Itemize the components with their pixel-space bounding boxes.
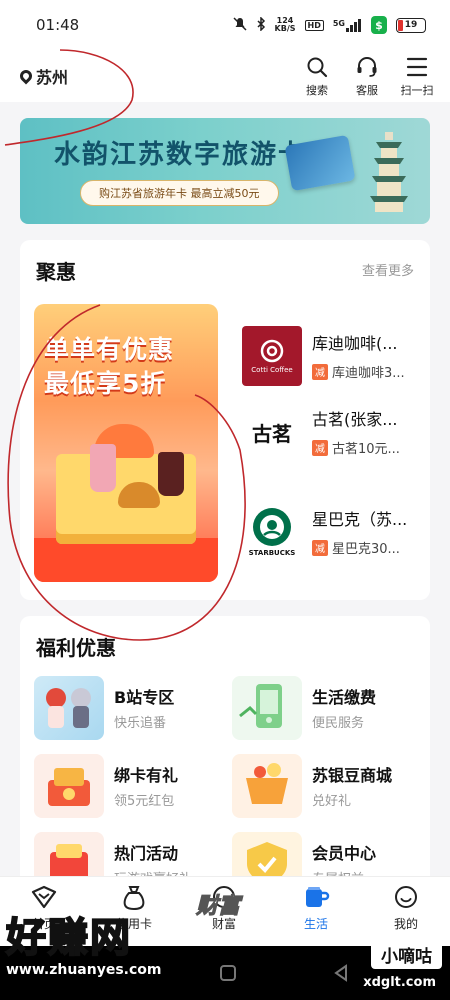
signal-icon: 5G bbox=[332, 18, 362, 32]
promo-base bbox=[34, 538, 218, 582]
discount-tag: 减 bbox=[312, 439, 328, 456]
nav-label: 我的 bbox=[393, 917, 418, 931]
customer-service-label: 客服 bbox=[356, 84, 378, 97]
travel-card-banner[interactable]: 水韵江苏数字旅游卡 购江苏省旅游年卡 最高立减50元 bbox=[20, 118, 430, 224]
search-label: 搜索 bbox=[306, 84, 328, 97]
watermark-site2: xdglt.com bbox=[363, 975, 436, 990]
benefit-title: 苏银豆商城 bbox=[312, 766, 393, 785]
nav-label: 生活 bbox=[303, 917, 328, 931]
benefit-subtitle: 便民服务 bbox=[312, 716, 365, 731]
watermark-url: www.zhuanyes.com bbox=[6, 962, 162, 978]
bean-mall-thumbnail bbox=[232, 754, 302, 818]
view-more-link[interactable]: 查看更多 bbox=[362, 260, 414, 279]
location-label: 苏州 bbox=[36, 68, 69, 87]
net-label: 5G bbox=[332, 18, 345, 28]
benefit-subtitle: 兑好礼 bbox=[312, 794, 352, 809]
coffee-cup-icon bbox=[302, 883, 330, 911]
discount-tag: 减 bbox=[312, 539, 328, 556]
scan-label: 扫一扫 bbox=[400, 84, 434, 97]
bind-card-thumbnail bbox=[34, 754, 104, 818]
scan-button[interactable]: 扫一扫 bbox=[400, 54, 434, 98]
benefit-title: 生活缴费 bbox=[312, 688, 377, 707]
bilibili-thumbnail bbox=[34, 676, 104, 740]
header-actions: 搜索 客服 扫一扫 bbox=[300, 54, 434, 98]
discount-promo-card[interactable]: 单单有优惠 最低享5折 bbox=[34, 304, 218, 582]
watermark-caifu: 财富 bbox=[195, 894, 241, 920]
store-item-cotti[interactable]: Cotti Coffee 库迪咖啡(... 减 库迪咖啡3... bbox=[242, 326, 422, 396]
store-item-guming[interactable]: 古茗 古茗(张家... 减 古茗10元... bbox=[242, 402, 422, 472]
smiley-icon bbox=[392, 883, 420, 911]
benefit-title: 绑卡有礼 bbox=[114, 766, 179, 785]
location-selector[interactable]: 苏州 bbox=[17, 64, 69, 88]
guming-logo: 古茗 bbox=[242, 402, 302, 462]
juhui-section: 聚惠 查看更多 单单有优惠 最低享5折 Cotti Coffee 库迪咖啡(..… bbox=[20, 240, 430, 600]
customer-service-button[interactable]: 客服 bbox=[350, 54, 384, 98]
benefit-title: 会员中心 bbox=[312, 844, 377, 863]
top-header: 苏州 搜索 客服 扫一扫 bbox=[0, 50, 450, 102]
store-item-starbucks[interactable]: STARBUCKS 星巴克（苏... 减 星巴克30... bbox=[242, 502, 422, 572]
battery-level: 19 bbox=[404, 20, 418, 30]
travel-card-image bbox=[284, 134, 356, 192]
deal-text: 星巴克30... bbox=[332, 542, 400, 557]
net-speed: 124 KB/S bbox=[275, 17, 296, 33]
fuli-title: 福利优惠 bbox=[36, 636, 116, 660]
scan-icon bbox=[405, 54, 429, 80]
banner-title: 水韵江苏数字旅游卡 bbox=[54, 140, 307, 170]
store-name: 星巴克（苏... bbox=[312, 510, 408, 529]
headset-icon bbox=[355, 54, 379, 80]
search-button[interactable]: 搜索 bbox=[300, 54, 334, 98]
benefit-title: B站专区 bbox=[114, 688, 175, 707]
status-bar: 01:48 124 KB/S HD 5G $ 19 bbox=[0, 0, 450, 50]
fuli-section: 福利优惠 B站专区 快乐追番 生活缴费 便民服务 绑卡有礼 领5元红包 苏银豆商… bbox=[20, 616, 430, 896]
benefit-subtitle: 快乐追番 bbox=[114, 716, 167, 731]
hd-badge: HD bbox=[304, 19, 324, 31]
promo-line-2: 最低享5折 bbox=[44, 369, 167, 398]
deal-text: 古茗10元... bbox=[332, 442, 400, 457]
juhui-title: 聚惠 bbox=[36, 260, 76, 284]
deal-text: 库迪咖啡3... bbox=[332, 366, 405, 381]
benefit-bean-mall[interactable]: 苏银豆商城 兑好礼 bbox=[232, 754, 422, 824]
store-deal: 减 星巴克30... bbox=[312, 538, 400, 557]
benefit-subtitle: 领5元红包 bbox=[114, 794, 175, 809]
status-icons: 124 KB/S HD 5G $ 19 bbox=[233, 15, 426, 34]
starbucks-logo-text: STARBUCKS bbox=[248, 549, 296, 557]
benefit-title: 热门活动 bbox=[114, 844, 179, 863]
starbucks-siren-icon bbox=[253, 508, 291, 546]
guming-logo-text: 古茗 bbox=[252, 421, 292, 446]
cotti-coffee-logo: Cotti Coffee bbox=[242, 326, 302, 386]
coffee-cup-image bbox=[158, 452, 184, 496]
drink-cup-image bbox=[90, 444, 116, 492]
bill-payment-thumbnail bbox=[232, 676, 302, 740]
cotti-logo-text: Cotti Coffee bbox=[251, 366, 293, 374]
store-deal: 减 古茗10元... bbox=[312, 438, 400, 457]
benefit-bilibili[interactable]: B站专区 快乐追番 bbox=[34, 676, 224, 746]
discount-tag: 减 bbox=[312, 363, 328, 380]
banner-subtitle: 购江苏省旅游年卡 最高立减50元 bbox=[80, 180, 279, 206]
net-speed-unit: KB/S bbox=[274, 24, 296, 33]
store-name: 古茗(张家... bbox=[312, 410, 398, 429]
benefit-bind-card[interactable]: 绑卡有礼 领5元红包 bbox=[34, 754, 224, 824]
store-deal: 减 库迪咖啡3... bbox=[312, 362, 405, 381]
bluetooth-icon bbox=[256, 15, 266, 34]
promo-line-1: 单单有优惠 bbox=[44, 335, 175, 364]
battery-icon: 19 bbox=[396, 17, 426, 33]
starbucks-logo: STARBUCKS bbox=[242, 502, 302, 562]
watermark-badge: 小嘀咕 bbox=[371, 940, 442, 969]
search-icon bbox=[305, 54, 329, 80]
nav-life[interactable]: 生活 bbox=[286, 883, 346, 932]
store-name: 库迪咖啡(... bbox=[312, 334, 398, 353]
security-shield-icon: $ bbox=[371, 16, 387, 34]
benefit-bill-payment[interactable]: 生活缴费 便民服务 bbox=[232, 676, 422, 746]
at-sign-icon bbox=[260, 339, 284, 363]
watermark-site-name: 好赚网 bbox=[5, 914, 132, 962]
status-time: 01:48 bbox=[36, 16, 80, 34]
nav-mine[interactable]: 我的 bbox=[376, 883, 436, 932]
pagoda-illustration bbox=[370, 132, 408, 212]
mute-icon bbox=[233, 16, 247, 34]
location-pin-icon bbox=[17, 67, 35, 85]
